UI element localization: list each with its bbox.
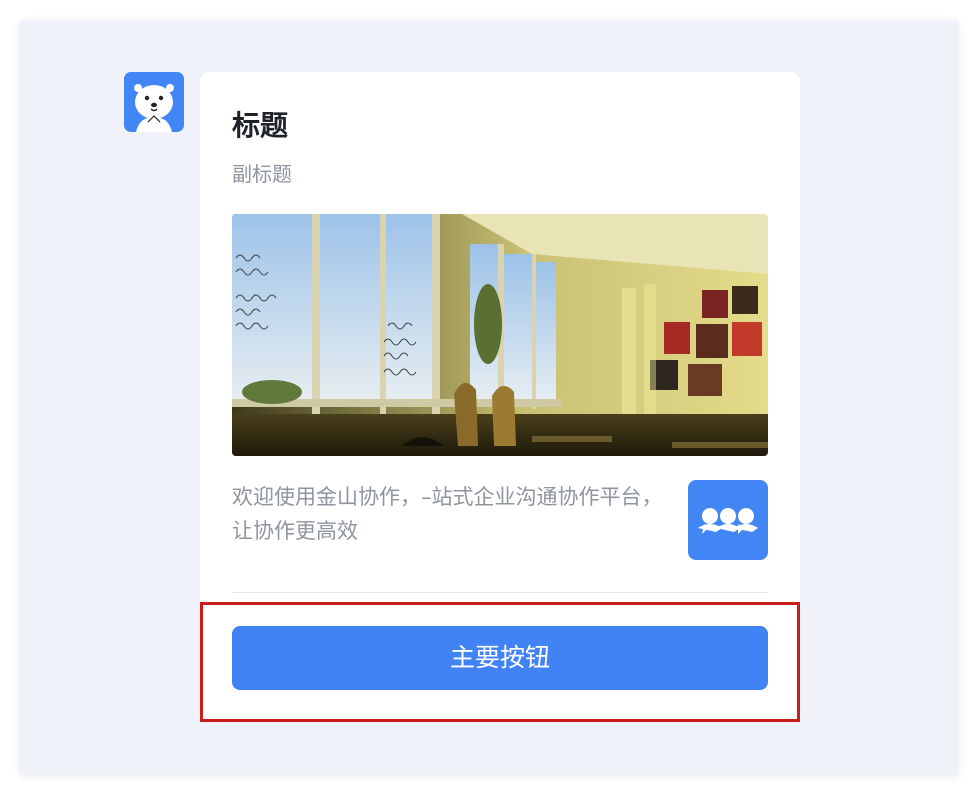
app-icon[interactable] xyxy=(688,480,768,560)
card-title: 标题 xyxy=(232,109,289,142)
team-members-icon xyxy=(698,508,758,534)
card-divider xyxy=(232,592,768,593)
card-description: 欢迎使用金山协作，–站式企业沟通协作平台，让协作更高效 xyxy=(232,485,663,543)
card-subtitle: 副标题 xyxy=(232,162,292,186)
seal-mascot-icon xyxy=(134,84,174,132)
primary-button[interactable]: 主要按钮 xyxy=(232,626,768,690)
classroom-photo xyxy=(232,214,768,456)
card-image[interactable] xyxy=(232,214,768,456)
sender-avatar[interactable] xyxy=(124,72,184,132)
